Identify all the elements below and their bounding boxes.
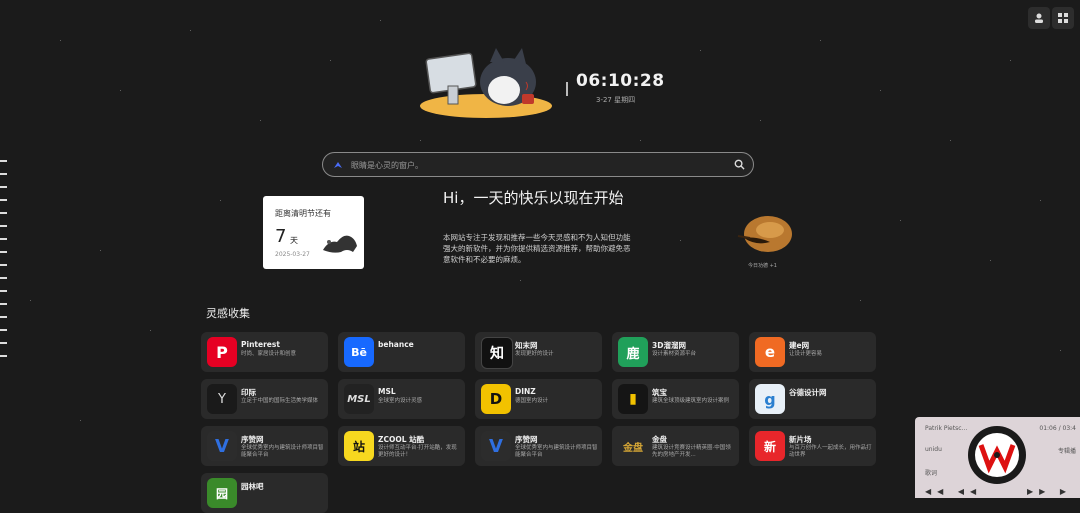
clock-date: 3-27 星期四: [596, 96, 636, 104]
holiday-countdown-card[interactable]: 距离清明节还有 7 天 2025-03-27: [263, 196, 364, 269]
merit-caption: 今日功德 +1: [748, 263, 777, 269]
countdown-unit: 天: [290, 236, 298, 245]
player-artist: unidu: [925, 446, 942, 453]
site-card[interactable]: V 序赞网 全球优秀室内与建筑设计师项目智能聚合平台: [201, 426, 328, 466]
search-engine-icon[interactable]: [333, 160, 343, 170]
site-name: Pinterest: [241, 340, 280, 349]
gooood-icon: g: [755, 384, 785, 414]
site-card[interactable]: 金盘 金盘 建筑设计竞赛设计精英圈·中国领先的房地产开发...: [612, 426, 739, 466]
site-name: 序赞网: [241, 435, 264, 444]
player-playlist-button[interactable]: 专辑播: [1058, 446, 1076, 455]
ink-horse-illustration: [323, 235, 357, 253]
msl-icon: MSL: [344, 384, 374, 414]
site-name: 园林吧: [241, 482, 264, 491]
site-card[interactable]: g 谷德设计网: [749, 379, 876, 419]
site-desc: 德国室内设计: [515, 398, 549, 404]
site-card[interactable]: Bē behance: [338, 332, 465, 372]
yinji-icon: Y: [207, 384, 237, 414]
site-name: ZCOOL 站酷: [378, 435, 425, 444]
site-name: 金盘: [652, 435, 667, 444]
site-card[interactable]: ▮ 筑宝 建筑全球顶级建筑室内设计案例: [612, 379, 739, 419]
site-card[interactable]: 站 ZCOOL 站酷 设计师互动平台·打开站酷，发现更好的设计！: [338, 426, 465, 466]
account-button[interactable]: [1028, 7, 1050, 29]
site-name: DINZ: [515, 387, 536, 396]
clock-time: 06:10:28: [576, 71, 665, 91]
site-desc: 时尚、家居设计和创意: [241, 351, 297, 357]
site-card[interactable]: V 序赞网 全球优秀室内与建筑设计师项目智能聚合平台: [475, 426, 602, 466]
site-desc: 让设计更容易: [789, 351, 823, 357]
search-icon[interactable]: [734, 159, 745, 170]
greeting-title: Hi，一天的快乐以现在开始: [443, 189, 624, 207]
behance-icon: Bē: [344, 337, 374, 367]
zhubao-icon: ▮: [618, 384, 648, 414]
xinpianchang-icon: 新: [755, 431, 785, 461]
site-desc: 立足于中国的国际生活美学媒体: [241, 398, 319, 404]
player-next-controls[interactable]: ▶▶ ▶: [1027, 487, 1072, 496]
site-card[interactable]: MSL MSL 全球室内设计灵感: [338, 379, 465, 419]
wooden-fish-icon[interactable]: [736, 212, 794, 256]
player-time: 01:06 / 03:4: [1039, 425, 1076, 432]
search-bar[interactable]: [322, 152, 754, 177]
site-desc: 设计素材资源平台: [652, 351, 697, 357]
jinpan-icon: 金盘: [618, 431, 648, 461]
site-desc: 建筑全球顶级建筑室内设计案例: [652, 398, 730, 404]
site-name: 建e网: [789, 341, 810, 350]
site-name: MSL: [378, 387, 396, 396]
dinz-icon: D: [481, 384, 511, 414]
site-desc: 设计师互动平台·打开站酷，发现更好的设计！: [378, 445, 457, 458]
user-icon: [1035, 13, 1043, 23]
apps-button[interactable]: [1052, 7, 1074, 29]
site-name: 谷德设计网: [789, 388, 827, 397]
site-desc: 建筑设计竞赛设计精英圈·中国领先的房地产开发...: [652, 445, 731, 458]
site-desc: 全球优秀室内与建筑设计师项目智能聚合平台: [515, 445, 598, 458]
player-prev-controls[interactable]: ◀◀ ◀◀: [925, 487, 982, 496]
side-scale-decoration: [0, 160, 10, 368]
site-name: 3D溜溜网: [652, 341, 686, 350]
greeting-description: 本网站专注于发现和推荐一些今天灵感和不为人知但功能强大的新软件，并为你提供精选资…: [443, 233, 631, 264]
cat-at-computer-illustration: [420, 48, 552, 118]
site-card[interactable]: Y 印际 立足于中国的国际生活美学媒体: [201, 379, 328, 419]
site-desc: 与百万创作人一起成长，用作品打动世界: [789, 445, 872, 458]
site-name: 印际: [241, 388, 256, 397]
site-card[interactable]: 鹿 3D溜溜网 设计素材资源平台: [612, 332, 739, 372]
site-grid: P Pinterest 时尚、家居设计和创意 Bē behance 知 知末网 …: [201, 332, 876, 513]
album-disc-icon: [968, 426, 1026, 484]
site-name: 筑宝: [652, 388, 667, 397]
player-song-title: Patrik Pietsc...: [925, 425, 968, 432]
site-card[interactable]: e 建e网 让设计更容易: [749, 332, 876, 372]
zhimo-icon: 知: [481, 337, 513, 369]
search-input[interactable]: [349, 156, 713, 175]
clock-separator: [566, 82, 568, 96]
site-desc: 全球优秀室内与建筑设计师项目智能聚合平台: [241, 445, 324, 458]
countdown-date: 2025-03-27: [275, 251, 310, 258]
site-desc: 发现更好的设计: [515, 351, 554, 357]
player-lyrics-button[interactable]: 歌词: [925, 468, 937, 477]
grid-icon: [1058, 13, 1068, 23]
site-desc: 全球室内设计灵感: [378, 398, 423, 404]
site-card[interactable]: 园 园林吧: [201, 473, 328, 513]
site-name: 知末网: [515, 341, 538, 350]
countdown-days: 7: [275, 226, 287, 247]
site-name: 序赞网: [515, 435, 538, 444]
xuzan-icon: V: [481, 431, 511, 461]
site-card[interactable]: 新 新片场 与百万创作人一起成长，用作品打动世界: [749, 426, 876, 466]
xuzan-icon: V: [207, 431, 237, 461]
jianew-icon: e: [755, 337, 785, 367]
zcool-icon: 站: [344, 431, 374, 461]
site-name: behance: [378, 340, 414, 349]
pinterest-icon: P: [207, 337, 237, 367]
music-player[interactable]: Patrik Pietsc... 01:06 / 03:4 unidu 专辑播 …: [915, 417, 1080, 498]
3d66-icon: 鹿: [618, 337, 648, 367]
section-title: 灵感收集: [206, 307, 250, 320]
site-card[interactable]: P Pinterest 时尚、家居设计和创意: [201, 332, 328, 372]
site-name: 新片场: [789, 435, 812, 444]
countdown-title: 距离清明节还有: [275, 209, 331, 218]
yuanlinba-icon: 园: [207, 478, 237, 508]
site-card[interactable]: D DINZ 德国室内设计: [475, 379, 602, 419]
site-card[interactable]: 知 知末网 发现更好的设计: [475, 332, 602, 372]
